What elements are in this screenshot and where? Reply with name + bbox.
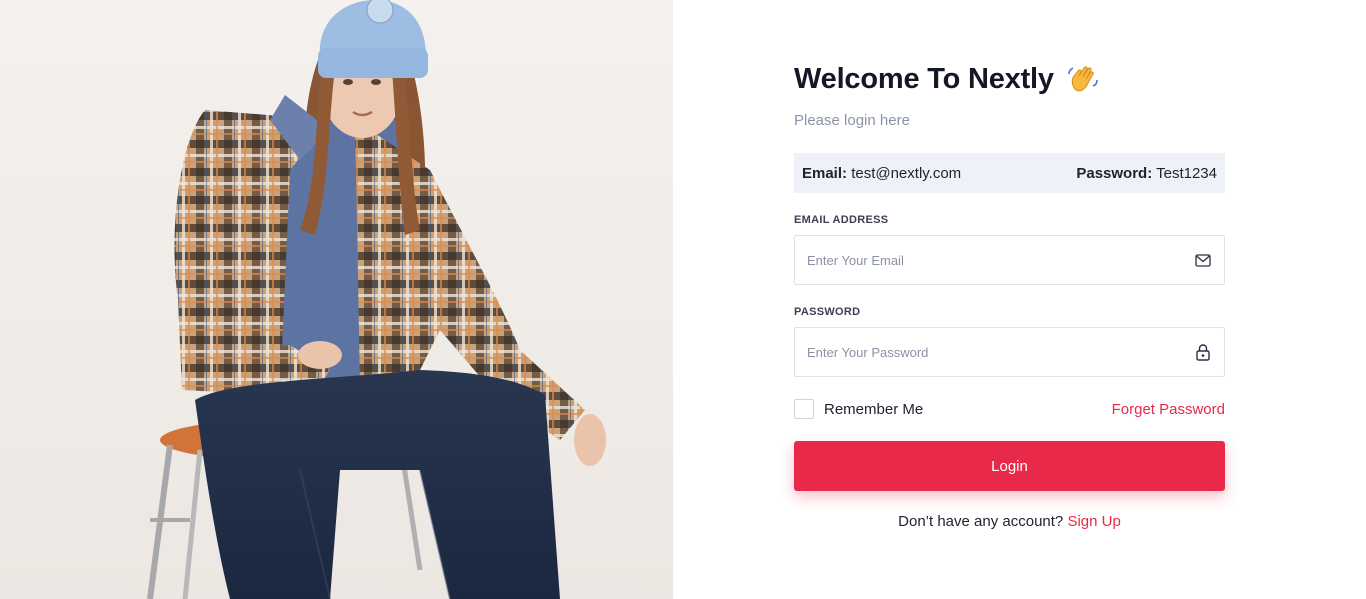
email-label: EMAIL ADDRESS: [794, 214, 889, 226]
password-label: PASSWORD: [794, 306, 861, 318]
remember-row: Remember Me Forget Password: [794, 398, 1225, 420]
remember-checkbox[interactable]: [794, 399, 814, 419]
page-title: Welcome To Nextly: [794, 62, 1100, 96]
remember-me[interactable]: Remember Me: [794, 399, 923, 419]
hero-illustration: [147, 0, 606, 599]
demo-credentials: Email: test@nextly.com Password: Test123…: [794, 153, 1225, 193]
demo-email-label: Email:: [802, 164, 848, 182]
demo-password: Password: Test1234: [1076, 165, 1217, 182]
password-input[interactable]: [807, 344, 1194, 360]
login-button[interactable]: Login: [794, 441, 1225, 491]
hero-image: [0, 0, 673, 599]
demo-email-value: test@nextly.com: [851, 164, 962, 182]
remember-label: Remember Me: [824, 400, 924, 418]
demo-password-label: Password:: [1076, 164, 1153, 182]
subtitle: Please login here: [794, 112, 910, 129]
signup-prompt: Don’t have any account?: [898, 513, 1064, 530]
title-text: Welcome To Nextly: [794, 62, 1054, 95]
email-input[interactable]: [807, 252, 1194, 268]
mail-icon: [1194, 251, 1212, 269]
forgot-password-link[interactable]: Forget Password: [1112, 401, 1225, 418]
demo-password-value: Test1234: [1156, 164, 1217, 182]
password-field-wrapper: [794, 327, 1225, 377]
signup-link[interactable]: Sign Up: [1067, 513, 1120, 530]
waving-hand-icon: [1068, 66, 1098, 92]
signup-row: Don’t have any account? Sign Up: [794, 513, 1225, 530]
email-field-wrapper: [794, 235, 1225, 285]
demo-email: Email: test@nextly.com: [802, 165, 961, 182]
lock-icon: [1194, 343, 1212, 361]
